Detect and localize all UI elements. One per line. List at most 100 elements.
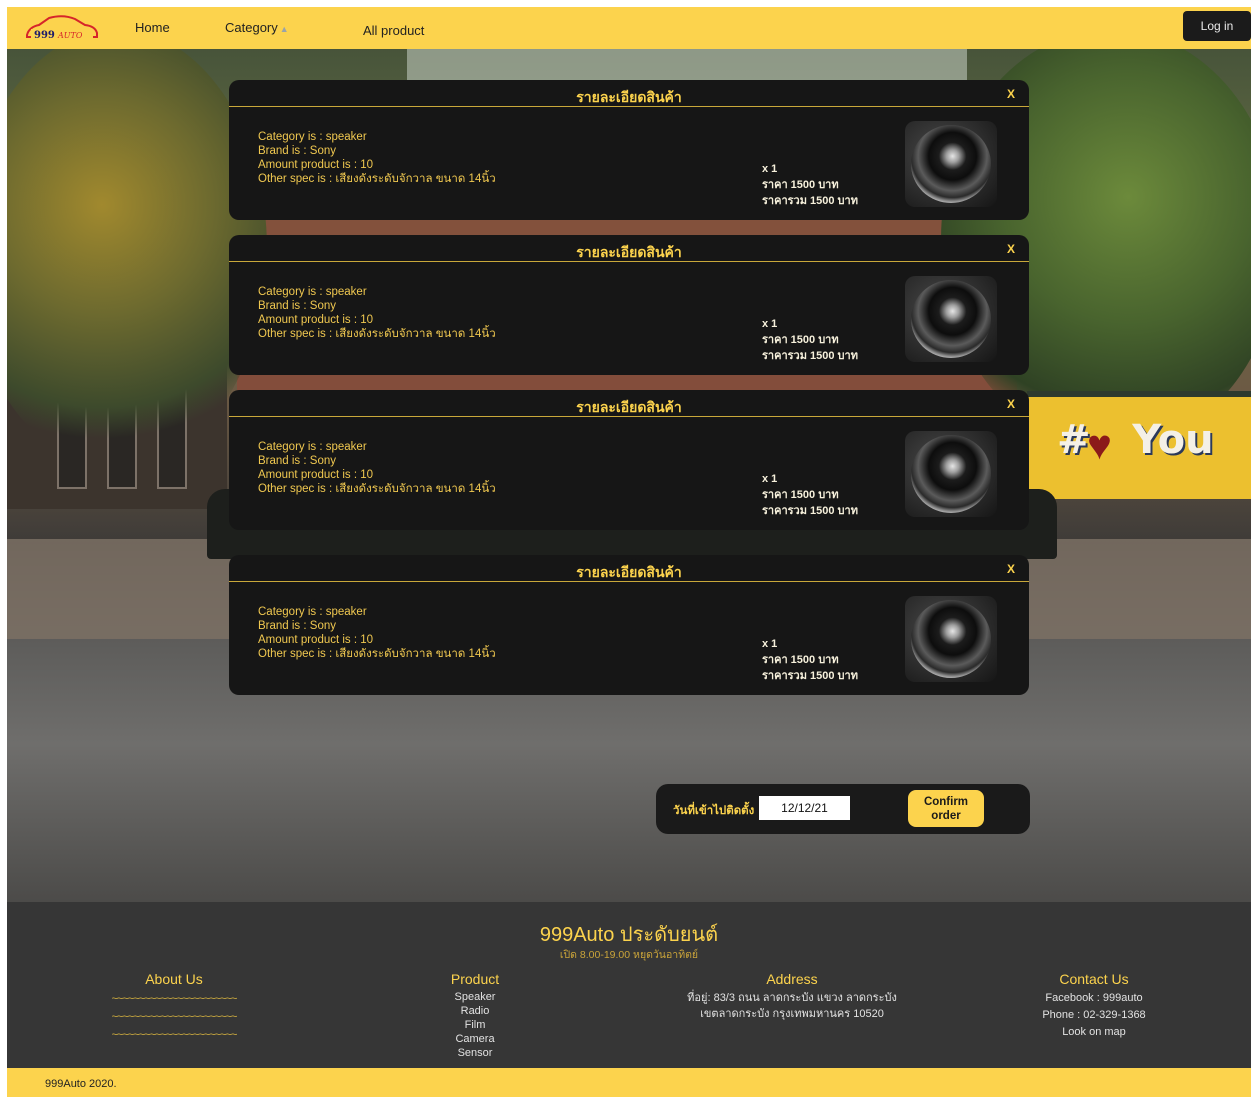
product-spec: Category is : speaker Brand is : Sony Am… xyxy=(258,285,496,341)
spec-other: Other spec is : เสียงดังระดับจักวาล ขนาด… xyxy=(258,173,496,185)
spec-category: Category is : speaker xyxy=(258,286,367,298)
spec-amount: Amount product is : 10 xyxy=(258,469,374,481)
total-price: ราคารวม 1500 บาท xyxy=(762,195,858,207)
speaker-cone xyxy=(911,125,991,203)
spec-category: Category is : speaker xyxy=(258,606,367,618)
footer: 999Auto ประดับยนต์ เปิด 8.00-19.00 หยุดว… xyxy=(7,902,1251,1068)
close-button[interactable]: X xyxy=(1007,242,1015,256)
nav-home-link[interactable]: Home xyxy=(135,20,170,35)
address-line-1: ที่อยู่: 83/3 ถนน ลาดกระบัง แขวง ลาดกระบ… xyxy=(687,992,897,1004)
spec-amount: Amount product is : 10 xyxy=(258,634,374,646)
total-price: ราคารวม 1500 บาท xyxy=(762,505,858,517)
confirm-order-button[interactable]: Confirm order xyxy=(908,790,984,827)
about-line: ~~~~~~~~~~~~~~~~~~~~~~~ xyxy=(111,1011,238,1023)
footer-about: About Us ~~~~~~~~~~~~~~~~~~~~~~~ ~~~~~~~… xyxy=(67,971,281,1044)
about-line: ~~~~~~~~~~~~~~~~~~~~~~~ xyxy=(111,1029,238,1041)
card-title: รายละเอียดสินค้า xyxy=(576,244,682,260)
footer-contact: Contact Us Facebook : 999auto Phone : 02… xyxy=(1017,971,1171,1041)
heart-icon: ♥ xyxy=(1087,421,1112,468)
unit-price: ราคา 1500 บาท xyxy=(762,489,839,501)
graffiti-van: # You ♥ xyxy=(1027,391,1251,499)
logo[interactable]: 999 AUTO xyxy=(23,13,99,43)
quantity: x 1 xyxy=(762,473,778,485)
product-link-camera[interactable]: Camera xyxy=(425,1032,525,1046)
card-header: รายละเอียดสินค้า X xyxy=(229,80,1029,107)
card-header: รายละเอียดสินค้า X xyxy=(229,390,1029,417)
confirm-label-2: order xyxy=(931,809,961,822)
speaker-image xyxy=(905,276,997,362)
nav-all-product-link[interactable]: All product xyxy=(363,23,424,38)
spec-category: Category is : speaker xyxy=(258,441,367,453)
footer-address: Address ที่อยู่: 83/3 ถนน ลาดกระบัง แขวง… xyxy=(667,971,917,1022)
spec-brand: Brand is : Sony xyxy=(258,620,336,632)
price-info: x 1 ราคา 1500 บาท ราคารวม 1500 บาท xyxy=(762,316,858,364)
close-button[interactable]: X xyxy=(1007,562,1015,576)
spec-other: Other spec is : เสียงดังระดับจักวาล ขนาด… xyxy=(258,483,496,495)
speaker-image xyxy=(905,431,997,517)
unit-price: ราคา 1500 บาท xyxy=(762,179,839,191)
product-link-speaker[interactable]: Speaker xyxy=(425,990,525,1004)
nav-category-link[interactable]: Category ▲ xyxy=(225,20,289,35)
facebook-link[interactable]: Facebook : 999auto xyxy=(1017,990,1171,1007)
price-info: x 1 ราคา 1500 บาท ราคารวม 1500 บาท xyxy=(762,471,858,519)
close-button[interactable]: X xyxy=(1007,87,1015,101)
product-spec: Category is : speaker Brand is : Sony Am… xyxy=(258,605,496,661)
spec-amount: Amount product is : 10 xyxy=(258,314,374,326)
copyright: 999Auto 2020. xyxy=(45,1078,117,1090)
total-price: ราคารวม 1500 บาท xyxy=(762,670,858,682)
unit-price: ราคา 1500 บาท xyxy=(762,654,839,666)
card-title: รายละเอียดสินค้า xyxy=(576,89,682,105)
navbar: 999 AUTO Home Category ▲ All product Log … xyxy=(7,7,1251,49)
product-detail-card: รายละเอียดสินค้า X Category is : speaker… xyxy=(229,235,1029,375)
spec-other: Other spec is : เสียงดังระดับจักวาล ขนาด… xyxy=(258,648,496,660)
speaker-cone xyxy=(911,280,991,358)
quantity: x 1 xyxy=(762,318,778,330)
product-link-film[interactable]: Film xyxy=(425,1018,525,1032)
about-title: About Us xyxy=(145,971,203,987)
spec-brand: Brand is : Sony xyxy=(258,455,336,467)
product-title: Product xyxy=(450,971,500,987)
speaker-image xyxy=(905,121,997,207)
card-title: รายละเอียดสินค้า xyxy=(576,564,682,580)
product-spec: Category is : speaker Brand is : Sony Am… xyxy=(258,440,496,496)
svg-text:AUTO: AUTO xyxy=(57,31,83,40)
bottom-bar: 999Auto 2020. xyxy=(7,1068,1251,1097)
order-bar: วันที่เข้าไปติดตั้ง Confirmorder xyxy=(656,784,1030,834)
nav-category-label: Category xyxy=(225,20,278,35)
card-header: รายละเอียดสินค้า X xyxy=(229,235,1029,262)
page-frame: 999 AUTO Home Category ▲ All product Log … xyxy=(7,7,1251,1097)
price-info: x 1 ราคา 1500 บาท ราคารวม 1500 บาท xyxy=(762,161,858,209)
spec-category: Category is : speaker xyxy=(258,131,367,143)
confirm-label-1: Confirm xyxy=(923,795,969,808)
address-line-2: เขตลาดกระบัง กรุงเทพมหานคร 10520 xyxy=(700,1008,884,1020)
map-link[interactable]: Look on map xyxy=(1017,1024,1171,1041)
footer-product: Product Speaker Radio Film Camera Sensor xyxy=(425,971,525,1060)
product-detail-card: รายละเอียดสินค้า X Category is : speaker… xyxy=(229,390,1029,530)
product-link-sensor[interactable]: Sensor xyxy=(425,1046,525,1060)
contact-title: Contact Us xyxy=(1059,971,1129,987)
speaker-cone xyxy=(911,435,991,513)
login-button[interactable]: Log in xyxy=(1183,11,1251,41)
product-spec: Category is : speaker Brand is : Sony Am… xyxy=(258,130,496,186)
address-title: Address xyxy=(766,971,818,987)
quantity: x 1 xyxy=(762,638,778,650)
total-price: ราคารวม 1500 บาท xyxy=(762,350,858,362)
card-title: รายละเอียดสินค้า xyxy=(576,399,682,415)
speaker-image xyxy=(905,596,997,682)
caret-up-icon: ▲ xyxy=(279,24,289,34)
product-detail-card: รายละเอียดสินค้า X Category is : speaker… xyxy=(229,555,1029,695)
product-link-radio[interactable]: Radio xyxy=(425,1004,525,1018)
graffiti-art: # You xyxy=(1057,417,1214,463)
install-date-input[interactable] xyxy=(759,796,850,820)
close-button[interactable]: X xyxy=(1007,397,1015,411)
install-date-label: วันที่เข้าไปติดตั้ง xyxy=(673,805,755,817)
tree-left xyxy=(7,49,267,469)
spec-amount: Amount product is : 10 xyxy=(258,159,374,171)
card-header: รายละเอียดสินค้า X xyxy=(229,555,1029,582)
spec-brand: Brand is : Sony xyxy=(258,300,336,312)
car-logo-icon: 999 AUTO xyxy=(26,15,98,41)
about-line: ~~~~~~~~~~~~~~~~~~~~~~~ xyxy=(111,993,238,1005)
spec-other: Other spec is : เสียงดังระดับจักวาล ขนาด… xyxy=(258,328,496,340)
product-detail-card: รายละเอียดสินค้า X Category is : speaker… xyxy=(229,80,1029,220)
logo-text: 999 xyxy=(34,30,55,41)
